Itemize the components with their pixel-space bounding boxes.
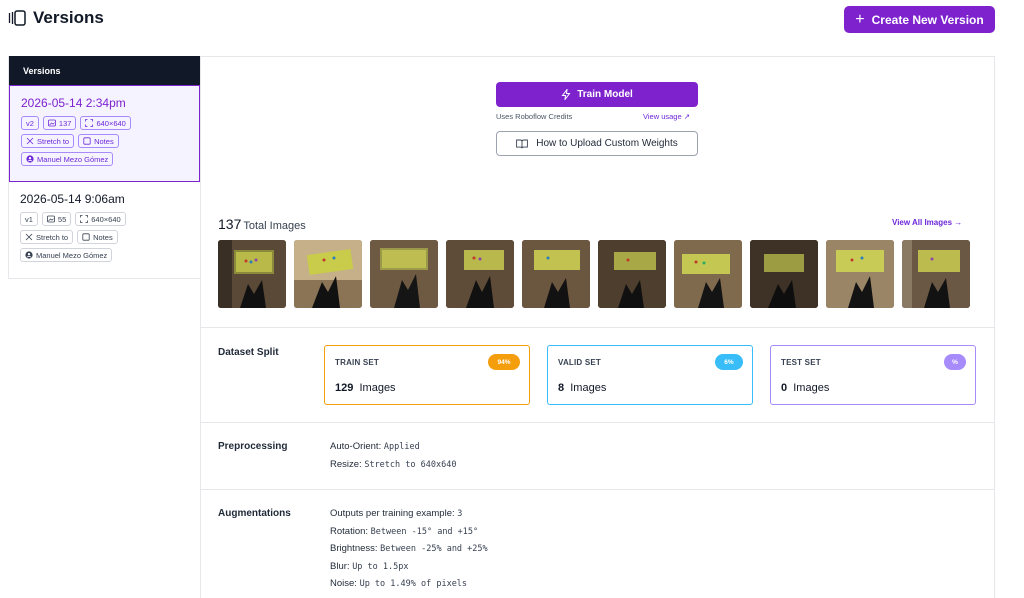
- user-icon: [26, 155, 34, 163]
- version-date: 2026-05-14 9:06am: [20, 192, 125, 206]
- image-thumbnail[interactable]: [750, 240, 818, 308]
- resize-chip: Stretch to: [20, 230, 74, 244]
- view-usage-link[interactable]: View usage ↗: [643, 112, 690, 121]
- user-icon: [25, 251, 33, 259]
- view-all-images-link[interactable]: View All Images →: [892, 218, 962, 227]
- percent-badge: 6%: [715, 354, 743, 370]
- preprocessing-label: Preprocessing: [218, 441, 288, 452]
- image-thumbnail-strip: [218, 240, 970, 308]
- image-thumbnail[interactable]: [294, 240, 362, 308]
- set-name: TRAIN SET: [335, 358, 380, 367]
- author-chip: Manuel Mezo Gómez: [21, 152, 114, 166]
- image-count: 129 Images: [335, 382, 396, 394]
- page-title-group: Versions: [8, 8, 104, 28]
- section-divider: [201, 327, 995, 328]
- image-thumbnail[interactable]: [826, 240, 894, 308]
- versions-sidebar: Versions 2026-05-14 2:34pm v2 137 640×64…: [8, 56, 201, 279]
- create-new-version-button[interactable]: + Create New Version: [844, 6, 995, 33]
- preprocessing-step: Auto-Orient: Applied: [330, 441, 420, 452]
- image-icon: [48, 119, 56, 127]
- dataset-split-label: Dataset Split: [218, 347, 279, 358]
- image-thumbnail[interactable]: [598, 240, 666, 308]
- image-count: 8 Images: [558, 382, 607, 394]
- image-count: 0 Images: [781, 382, 830, 394]
- arrow-right-icon: →: [954, 218, 963, 227]
- total-images-label: Total Images: [243, 220, 306, 232]
- image-count-chip: 55: [41, 212, 72, 226]
- train-model-button[interactable]: Train Model: [496, 82, 698, 107]
- image-thumbnail[interactable]: [522, 240, 590, 308]
- sidebar-heading: Versions: [9, 56, 200, 85]
- note-icon: [82, 233, 90, 241]
- plus-icon: +: [855, 10, 865, 28]
- image-count-chip: 137: [42, 116, 77, 130]
- version-date: 2026-05-14 2:34pm: [21, 96, 126, 110]
- stretch-icon: [26, 137, 34, 145]
- image-icon: [47, 215, 55, 223]
- expand-icon: [85, 119, 94, 127]
- notes-chip[interactable]: Notes: [78, 134, 119, 148]
- upload-custom-weights-label: How to Upload Custom Weights: [536, 138, 678, 149]
- preprocessing-step: Resize: Stretch to 640x640: [330, 459, 457, 470]
- page-title: Versions: [33, 8, 104, 27]
- top-bar: Versions + Create New Version: [0, 0, 1024, 56]
- section-divider: [201, 489, 995, 490]
- version-number-chip: v1: [20, 212, 38, 226]
- version-number-chip: v2: [21, 116, 39, 130]
- stretch-icon: [25, 233, 33, 241]
- image-thumbnail[interactable]: [370, 240, 438, 308]
- total-images-heading: 137 Total Images: [218, 216, 306, 232]
- augmentation-step: Rotation: Between -15° and +15°: [330, 526, 479, 537]
- augmentation-step: Outputs per training example: 3: [330, 508, 463, 519]
- augmentation-step: Blur: Up to 1.5px: [330, 561, 409, 572]
- lightning-icon: [561, 89, 571, 100]
- train-set-card: TRAIN SET 94% 129 Images: [324, 345, 530, 405]
- total-images-count: 137: [218, 216, 242, 232]
- notes-chip[interactable]: Notes: [77, 230, 118, 244]
- augmentation-step: Noise: Up to 1.49% of pixels: [330, 578, 468, 589]
- augmentations-label: Augmentations: [218, 508, 291, 519]
- version-card-v1[interactable]: 2026-05-14 9:06am v1 55 640×640 Stretch …: [9, 182, 200, 278]
- image-thumbnail[interactable]: [446, 240, 514, 308]
- author-chip: Manuel Mezo Gómez: [20, 248, 113, 262]
- train-model-label: Train Model: [577, 89, 633, 100]
- image-thumbnail[interactable]: [902, 240, 970, 308]
- versions-icon: [8, 10, 26, 26]
- valid-set-card: VALID SET 6% 8 Images: [547, 345, 753, 405]
- set-name: VALID SET: [558, 358, 601, 367]
- credits-text: Uses Roboflow Credits: [496, 112, 573, 121]
- expand-icon: [80, 215, 89, 223]
- section-divider: [201, 422, 995, 423]
- image-thumbnail[interactable]: [218, 240, 286, 308]
- size-chip: 640×640: [75, 212, 126, 226]
- augmentation-step: Brightness: Between -25% and +25%: [330, 543, 488, 554]
- note-icon: [83, 137, 91, 145]
- resize-chip: Stretch to: [21, 134, 75, 148]
- set-name: TEST SET: [781, 358, 821, 367]
- test-set-card: TEST SET % 0 Images: [770, 345, 976, 405]
- version-card-v2[interactable]: 2026-05-14 2:34pm v2 137 640×640 Stretch…: [9, 85, 200, 182]
- percent-badge: %: [944, 354, 966, 370]
- create-new-version-label: Create New Version: [871, 12, 984, 27]
- upload-custom-weights-button[interactable]: How to Upload Custom Weights: [496, 131, 698, 156]
- percent-badge: 94%: [488, 354, 520, 370]
- size-chip: 640×640: [80, 116, 131, 130]
- book-icon: [516, 139, 529, 148]
- external-link-icon: ↗: [683, 112, 691, 121]
- image-thumbnail[interactable]: [674, 240, 742, 308]
